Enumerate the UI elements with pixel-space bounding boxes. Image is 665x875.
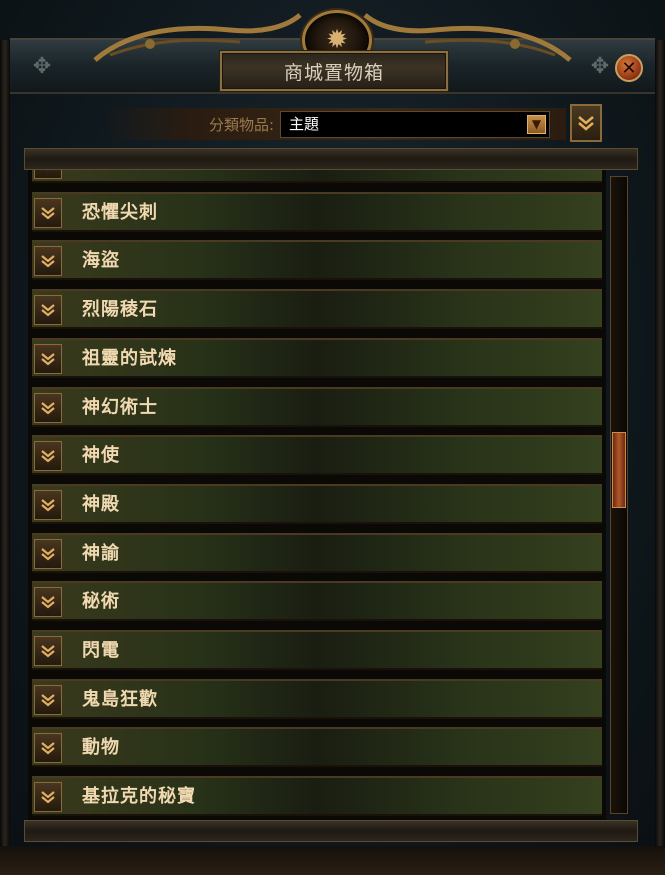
- list-item-label: 閃電: [82, 640, 120, 661]
- list-item-label: 海盜: [82, 250, 120, 272]
- list-item[interactable]: 秘術: [32, 581, 602, 622]
- category-filter-select[interactable]: 主題 ▼: [280, 111, 550, 138]
- list-item-label: 烈陽稜石: [82, 299, 158, 321]
- window-title: 商城置物箱: [220, 51, 448, 91]
- filter-label: 分類物品:: [208, 116, 274, 134]
- chevron-down-icon[interactable]: [34, 295, 62, 326]
- list-item-label: 祖靈的試煉: [82, 347, 177, 369]
- chevron-down-icon[interactable]: [34, 246, 62, 277]
- list-item[interactable]: 神諭: [32, 532, 602, 573]
- list-item[interactable]: 烈陽稜石: [32, 289, 602, 330]
- list-item-label: 神殿: [82, 493, 120, 515]
- list-item-label: 神幻術士: [82, 396, 158, 418]
- chevron-down-icon[interactable]: [34, 197, 62, 228]
- category-filter-value: 主題: [289, 115, 320, 133]
- list-item[interactable]: 神殿: [32, 483, 602, 524]
- chevron-down-icon[interactable]: [34, 733, 62, 764]
- close-icon: ✕: [621, 57, 637, 79]
- chevron-down-icon[interactable]: [34, 587, 62, 618]
- list-item[interactable]: 基拉克的秘寶: [32, 776, 602, 817]
- list-item[interactable]: 鬼島狂歡: [32, 678, 602, 719]
- chevron-down-icon[interactable]: [34, 441, 62, 472]
- chevron-down-icon: [578, 116, 594, 131]
- header-decoration-right-icon: ✥: [590, 54, 610, 79]
- list-item[interactable]: 閃電: [32, 630, 602, 670]
- list-item-label: 恐懼尖刺: [82, 201, 158, 223]
- scrollbar-thumb[interactable]: [612, 432, 626, 508]
- list-item[interactable]: [32, 170, 602, 183]
- close-button[interactable]: ✕: [615, 54, 643, 82]
- category-list: 恐懼尖刺海盜烈陽稜石祖靈的試煉神幻術士神使神殿神諭秘術閃電鬼島狂歡動物基拉克的秘…: [28, 170, 606, 820]
- bottom-strip: [0, 846, 665, 875]
- chevron-down-icon[interactable]: [34, 170, 62, 179]
- frame-left-border: [0, 40, 10, 875]
- list-item-label: 神諭: [82, 542, 120, 564]
- list-item[interactable]: 祖靈的試煉: [32, 337, 602, 378]
- chevron-down-icon[interactable]: [34, 782, 62, 813]
- list-item[interactable]: 恐懼尖刺: [32, 191, 602, 232]
- sort-button[interactable]: [570, 104, 602, 142]
- list-item-label: 神使: [82, 445, 120, 467]
- list-item-label: 動物: [82, 737, 120, 759]
- list-item-label: 秘術: [82, 591, 120, 613]
- chevron-down-icon[interactable]: [34, 343, 62, 374]
- chevron-down-icon[interactable]: [34, 489, 62, 520]
- list-bottom-border: [24, 820, 638, 842]
- list-item-label: 基拉克的秘寶: [82, 786, 196, 808]
- list-item[interactable]: 神幻術士: [32, 386, 602, 427]
- header-decoration-left-icon: ✥: [32, 54, 52, 79]
- frame-right-border: [655, 40, 665, 875]
- list-item-label: 鬼島狂歡: [82, 688, 158, 710]
- chevron-down-icon[interactable]: ▼: [527, 115, 546, 134]
- list-item[interactable]: 神使: [32, 435, 602, 476]
- list-item[interactable]: 動物: [32, 727, 602, 768]
- list-item[interactable]: 海盜: [32, 240, 602, 281]
- stash-panel: ✹ ✥ ✥ 商城置物箱 ✕ 分類物品: 主題 ▼ 恐懼尖刺 海盜 烈陽稜石 祖靈的試煉…: [0, 0, 665, 875]
- chevron-down-icon[interactable]: [34, 392, 62, 423]
- chevron-down-icon[interactable]: [34, 636, 62, 666]
- chevron-down-icon[interactable]: [34, 538, 62, 569]
- list-top-border: [24, 148, 638, 170]
- chevron-down-icon[interactable]: [34, 684, 62, 715]
